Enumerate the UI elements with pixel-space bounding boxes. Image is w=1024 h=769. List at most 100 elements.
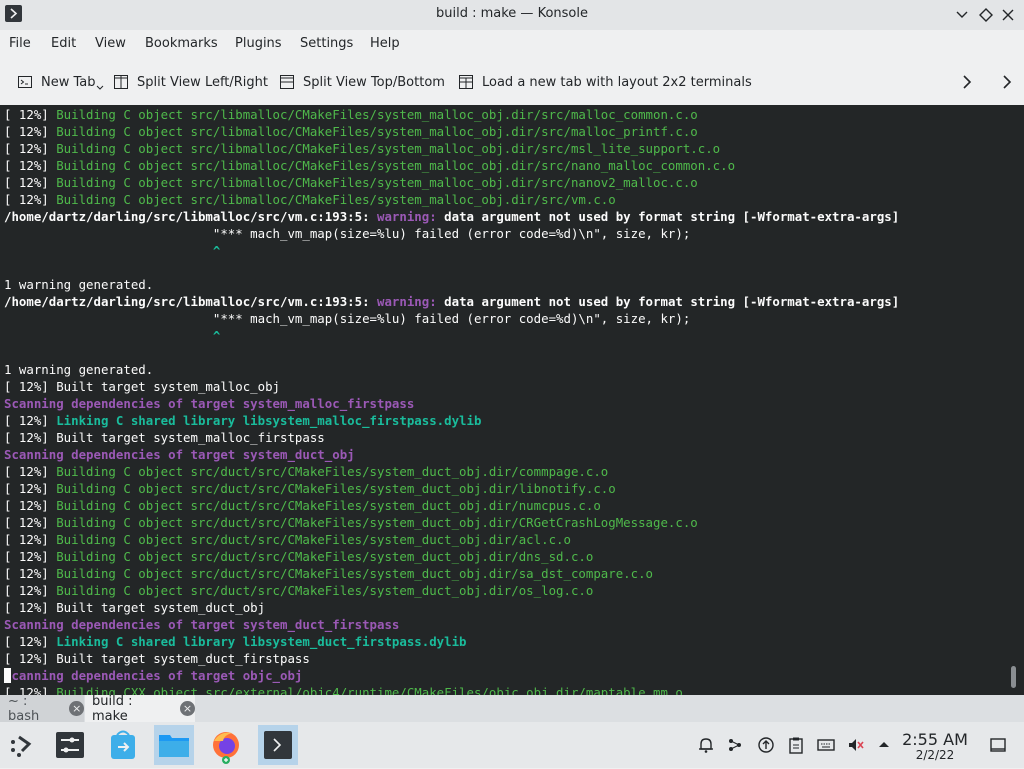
terminal-line: ^	[4, 242, 220, 259]
clock-date[interactable]: 2/2/22	[900, 748, 970, 762]
menu-file[interactable]: File	[9, 36, 31, 51]
terminal-text: Building C object src/duct/src/CMakeFile…	[56, 515, 698, 530]
clock-time[interactable]: 2:55 AM	[900, 730, 970, 749]
update-tray-icon[interactable]	[757, 736, 775, 754]
terminal-text: Scanning dependencies of target system_m…	[4, 396, 415, 411]
terminal-text: "*** mach_vm_map(size=%lu) failed (error…	[4, 226, 691, 241]
layout-2x2-button[interactable]: Load a new tab with layout 2x2 terminals	[458, 72, 752, 92]
terminal-text: 1 warning generated.	[4, 362, 154, 377]
terminal-line: [ 12%] Building C object src/duct/src/CM…	[4, 531, 571, 548]
system-settings-task[interactable]	[50, 725, 90, 765]
terminal-text: [ 12%] Built target system_duct_firstpas…	[4, 651, 310, 666]
split-top-bottom-button[interactable]: Split View Top/Bottom	[279, 72, 445, 92]
file-manager-task[interactable]	[154, 725, 194, 765]
settings-icon	[56, 732, 84, 758]
keyboard-tray-icon[interactable]	[817, 736, 835, 754]
terminal-line: Scanning dependencies of target objc_obj	[4, 667, 302, 684]
terminal-text: [ 12%]	[4, 532, 57, 547]
split-left-right-button[interactable]: Split View Left/Right	[113, 72, 268, 92]
menu-plugins[interactable]: Plugins	[235, 36, 282, 51]
toolbar-next-button[interactable]	[997, 72, 1017, 92]
tab-bash-label: ~ : bash	[8, 693, 40, 724]
title-bar: build : make — Konsole	[0, 0, 1024, 30]
new-tab-button[interactable]: New Tab	[17, 72, 112, 92]
menu-edit[interactable]: Edit	[51, 36, 76, 51]
clipboard-tray-icon[interactable]	[787, 736, 805, 754]
terminal-line: [ 12%] Built target system_malloc_firstp…	[4, 429, 325, 446]
tray-expand-icon[interactable]	[875, 736, 893, 754]
close-icon[interactable]: ×	[69, 701, 84, 716]
taskbar	[0, 722, 1024, 768]
terminal-text: [ 12%]	[4, 515, 57, 530]
firefox-task[interactable]	[206, 725, 246, 765]
toolbar-overflow-button[interactable]	[957, 72, 977, 92]
terminal-text: /home/dartz/darling/src/libmalloc/src/vm…	[4, 294, 377, 309]
terminal-text: warning:	[377, 294, 437, 309]
new-tab-label: New Tab	[41, 74, 96, 90]
terminal-line: 1 warning generated.	[4, 276, 153, 293]
terminal-text: Building C object src/libmalloc/CMakeFil…	[56, 107, 698, 122]
terminal-line: [ 12%] Building C object src/libmalloc/C…	[4, 191, 616, 208]
terminal-line: Scanning dependencies of target system_d…	[4, 616, 399, 633]
layout-2x2-label: Load a new tab with layout 2x2 terminals	[482, 74, 752, 90]
grid-layout-icon	[459, 75, 473, 89]
terminal-line: /home/dartz/darling/src/libmalloc/src/vm…	[4, 208, 899, 225]
terminal-line: [ 12%] Building C object src/duct/src/CM…	[4, 480, 616, 497]
terminal-text: [ 12%]	[4, 141, 57, 156]
app-launcher[interactable]	[2, 725, 42, 765]
tab-bash[interactable]: ~ : bash ×	[0, 693, 84, 724]
discover-task[interactable]	[102, 725, 142, 765]
terminal-text: Linking C shared library libsystem_mallo…	[56, 413, 482, 428]
show-desktop-icon[interactable]	[989, 736, 1007, 754]
terminal-line: [ 12%] Building C object src/libmalloc/C…	[4, 157, 735, 174]
terminal-line: [ 12%] Building C object src/libmalloc/C…	[4, 123, 698, 140]
terminal-line: "*** mach_vm_map(size=%lu) failed (error…	[4, 310, 690, 327]
new-tab-icon	[18, 76, 32, 88]
minimize-button[interactable]	[952, 5, 972, 25]
menu-bookmarks[interactable]: Bookmarks	[145, 36, 218, 51]
kde-launcher-icon	[11, 735, 32, 757]
terminal-line: Scanning dependencies of target system_d…	[4, 446, 355, 463]
terminal-line: [ 12%] Building C object src/duct/src/CM…	[4, 565, 653, 582]
terminal-scrollbar[interactable]	[1011, 666, 1016, 688]
terminal-line: [ 12%] Linking C shared library libsyste…	[4, 412, 481, 429]
terminal-line: [ 12%] Built target system_malloc_obj	[4, 378, 280, 395]
close-icon[interactable]: ×	[180, 701, 195, 716]
terminal-text: Building C object src/duct/src/CMakeFile…	[56, 464, 609, 479]
kdeconnect-tray-icon[interactable]	[726, 736, 744, 754]
terminal-line: [ 12%] Built target system_duct_firstpas…	[4, 650, 310, 667]
terminal-view[interactable]: [ 12%] Building CXX object src/external/…	[0, 105, 1024, 695]
terminal-text: data argument not used by format string …	[436, 294, 900, 309]
terminal-text: ^	[4, 328, 221, 343]
konsole-task[interactable]	[258, 725, 298, 765]
menu-view[interactable]: View	[95, 36, 126, 51]
terminal-line: Scanning dependencies of target system_m…	[4, 395, 414, 412]
terminal-text: Scanning dependencies of target system_d…	[4, 617, 400, 632]
maximize-button[interactable]	[976, 5, 996, 25]
terminal-line: [ 12%] Building C object src/duct/src/CM…	[4, 497, 601, 514]
tab-build-make[interactable]: build : make ×	[85, 693, 195, 724]
terminal-text: Building C object src/duct/src/CMakeFile…	[56, 549, 594, 564]
split-horizontal-icon	[114, 75, 128, 89]
menu-settings[interactable]: Settings	[300, 36, 353, 51]
tab-bar: ~ : bash × build : make ×	[0, 693, 1024, 724]
terminal-text: [ 12%]	[4, 549, 57, 564]
close-button[interactable]	[998, 5, 1018, 25]
split-top-bottom-label: Split View Top/Bottom	[303, 74, 445, 90]
toolbar: New Tab Split View Left/Right Split View…	[0, 62, 1024, 102]
terminal-text: Building C object src/libmalloc/CMakeFil…	[56, 192, 616, 207]
tab-build-make-label: build : make	[92, 693, 133, 724]
terminal-line: /home/dartz/darling/src/libmalloc/src/vm…	[4, 293, 899, 310]
terminal-text: Building C object src/libmalloc/CMakeFil…	[56, 141, 721, 156]
menu-bar: File Edit View Bookmarks Plugins Setting…	[0, 30, 1024, 58]
chevron-right-icon	[963, 75, 972, 89]
terminal-text: warning:	[377, 209, 437, 224]
terminal-cursor	[4, 668, 11, 683]
split-vertical-icon	[280, 75, 294, 89]
notifications-tray-icon[interactable]	[697, 736, 715, 754]
window-title: build : make — Konsole	[436, 6, 588, 21]
terminal-line: ^	[4, 327, 220, 344]
volume-muted-tray-icon[interactable]	[847, 736, 865, 754]
terminal-text: [ 12%]	[4, 566, 57, 581]
menu-help[interactable]: Help	[370, 36, 400, 51]
